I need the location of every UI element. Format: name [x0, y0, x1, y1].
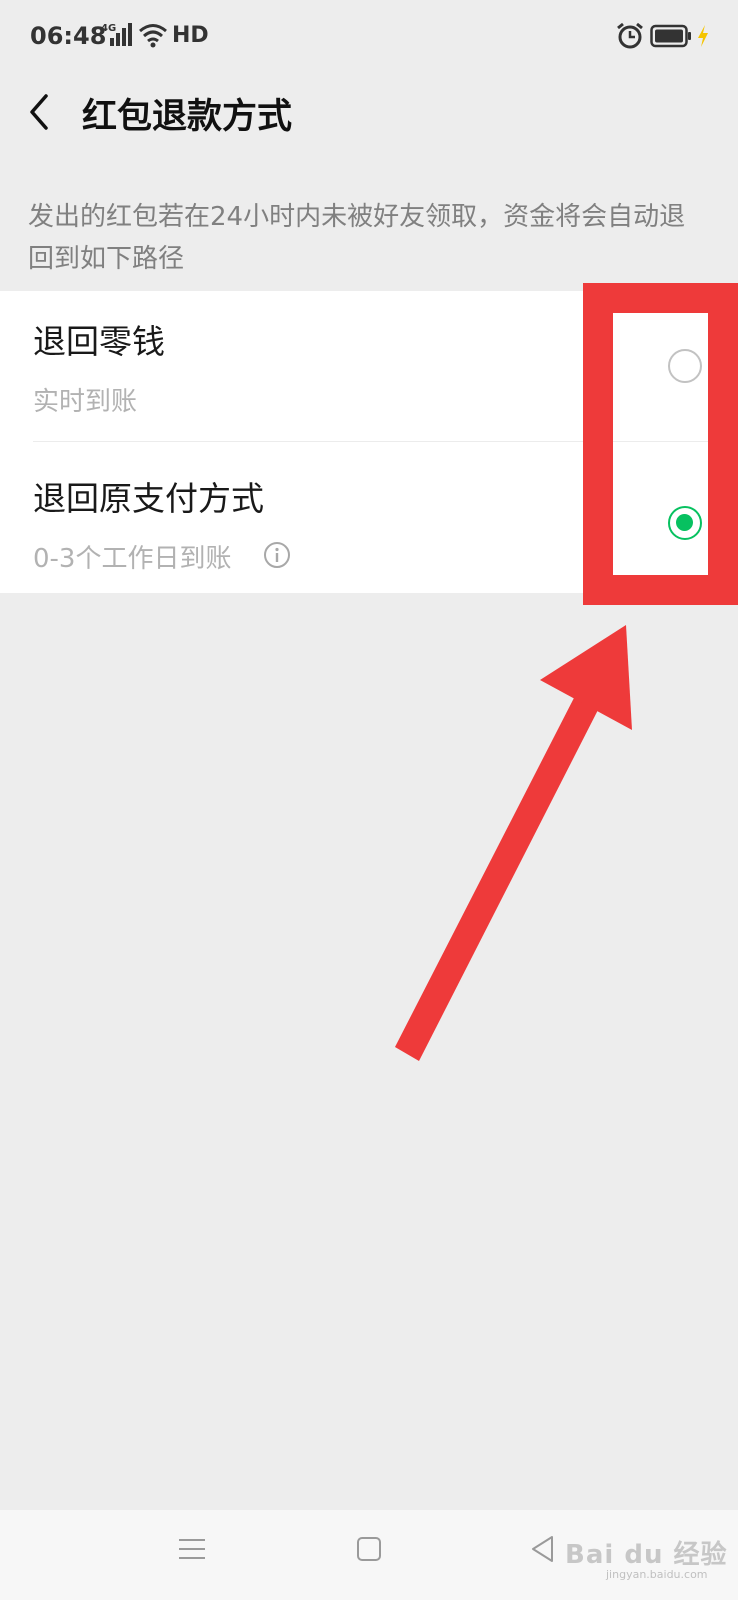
arrow-shaft	[395, 694, 600, 1061]
option-subtitle: 实时到账	[33, 387, 138, 417]
nav-bar: 红包退款方式	[0, 70, 738, 156]
network-type-label: 4G	[101, 23, 117, 34]
info-icon[interactable]	[263, 541, 291, 569]
highlight-box	[583, 283, 738, 605]
refund-description: 发出的红包若在24小时内未被好友领取，资金将会自动退回到如下路径	[28, 202, 686, 274]
status-time: 06:48	[30, 22, 107, 50]
system-nav-bar: Bai du 经验 jingyan.baidu.com	[0, 1510, 738, 1600]
status-bar: 06:48 4G HD	[0, 0, 738, 70]
option-subtitle: 0-3个工作日到账	[33, 544, 232, 574]
option-title: 退回零钱	[33, 322, 165, 361]
alarm-icon	[617, 22, 643, 49]
hd-label: HD	[172, 23, 209, 48]
page-title: 红包退款方式	[82, 97, 293, 137]
wifi-icon	[139, 24, 167, 48]
arrow-head	[540, 625, 632, 730]
home-icon[interactable]	[356, 1536, 382, 1562]
back-arrow-icon[interactable]	[26, 88, 56, 136]
charging-icon	[698, 25, 708, 47]
watermark-logo: Bai du 经验	[565, 1540, 728, 1570]
option-title: 退回原支付方式	[33, 479, 264, 518]
battery-icon	[650, 24, 691, 48]
watermark-url: jingyan.baidu.com	[606, 1568, 708, 1581]
menu-icon[interactable]	[178, 1536, 206, 1562]
back-icon[interactable]	[530, 1534, 556, 1564]
